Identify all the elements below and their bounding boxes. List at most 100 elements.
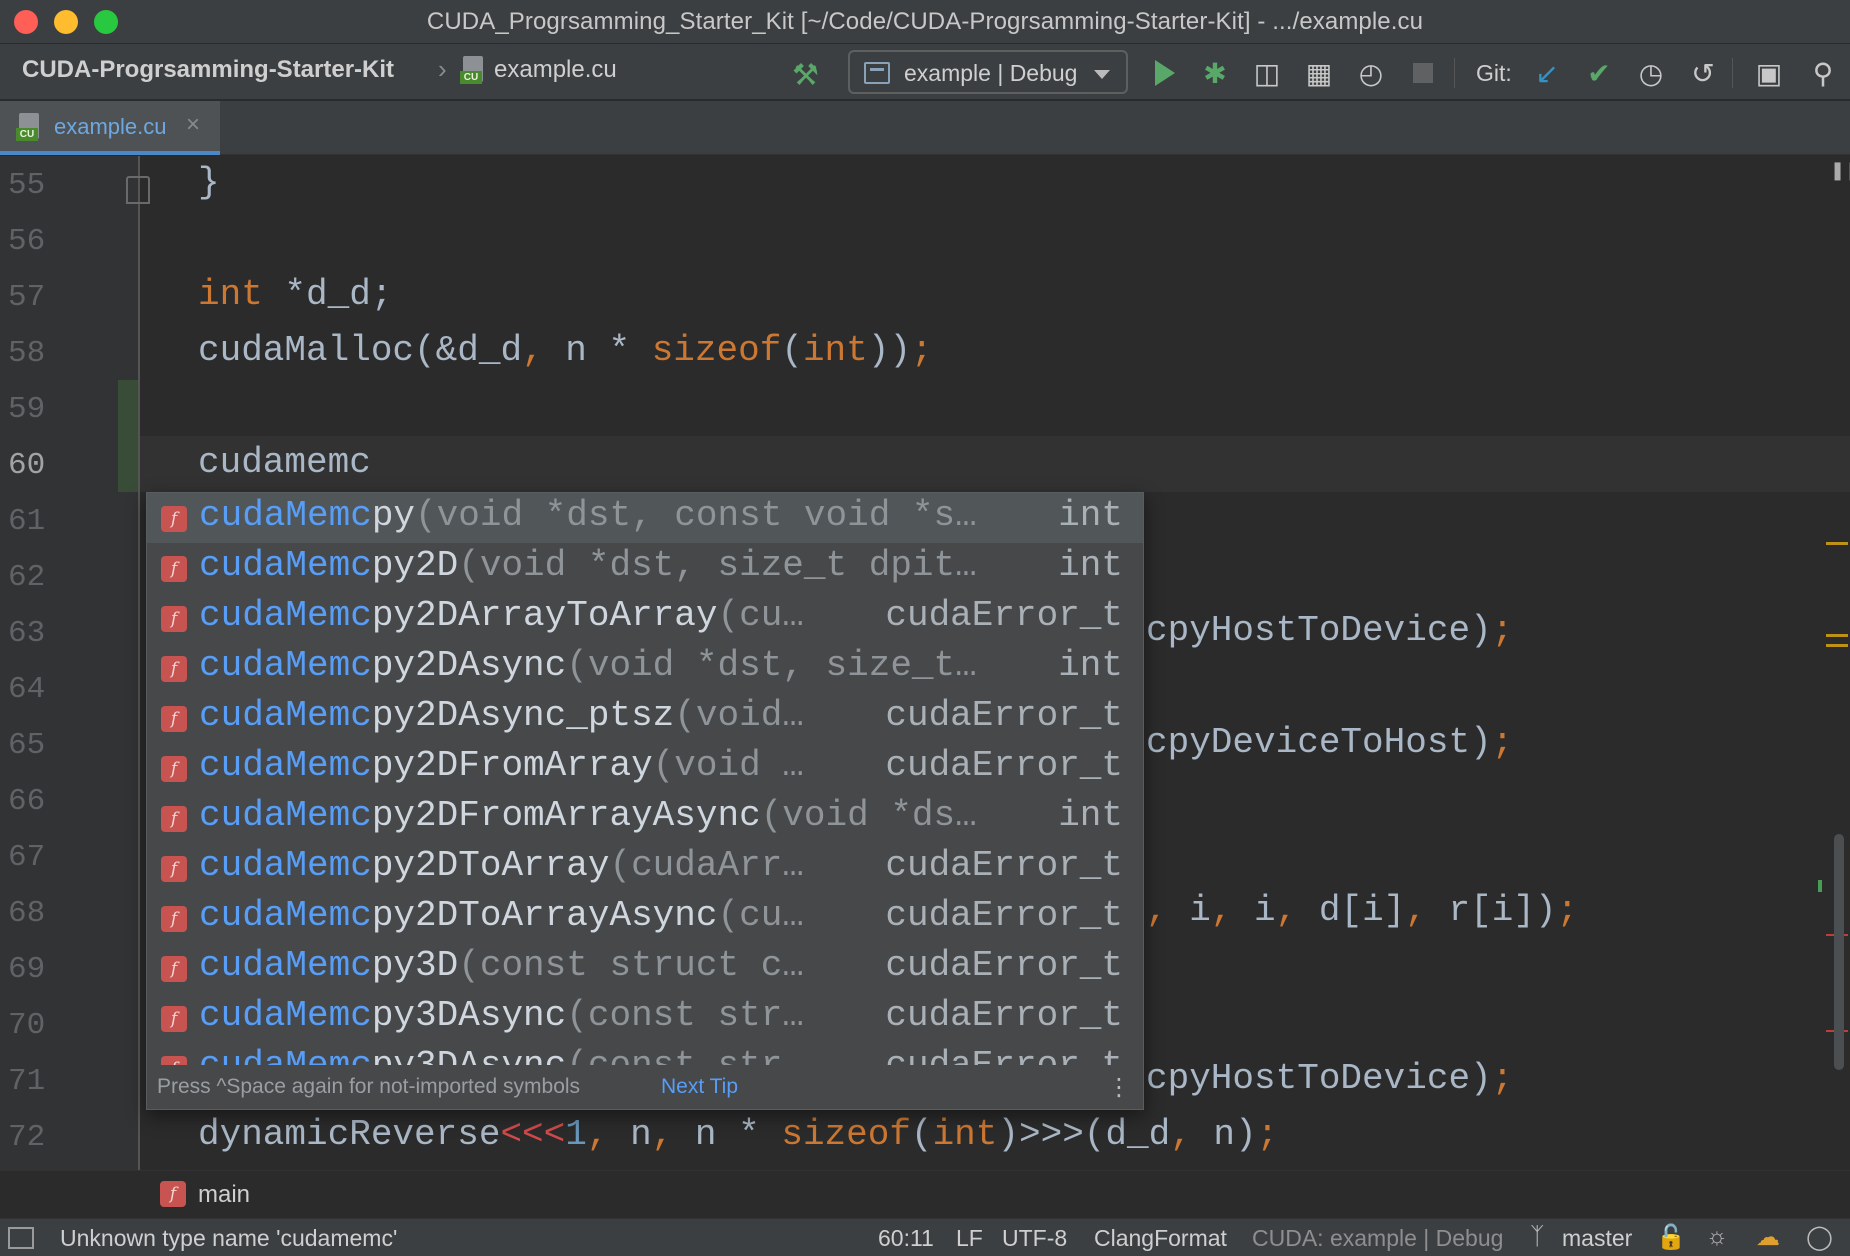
function-icon: f (161, 656, 187, 682)
tab-example-cu[interactable]: CU example.cu × (0, 101, 220, 155)
tab-label: example.cu (54, 114, 167, 139)
minimize-window-button[interactable] (54, 10, 78, 34)
function-icon: f (161, 756, 187, 782)
next-tip-link[interactable]: Next Tip (661, 1075, 738, 1099)
git-history-icon[interactable]: ◷ (1634, 56, 1668, 90)
completion-item[interactable]: f cudaMemcpy2DAsync(void *dst, size_t… i… (147, 643, 1143, 693)
breadcrumb-file[interactable]: example.cu (494, 56, 617, 84)
git-commit-icon[interactable]: ✔ (1582, 56, 1616, 90)
completion-item[interactable]: f cudaMemcpy2DToArray(cudaArr… cudaError… (147, 843, 1143, 893)
branch-icon: ᛉ (1530, 1223, 1545, 1250)
completion-return-type: cudaError_t (885, 945, 1123, 986)
update-icon[interactable]: ☁ (1756, 1223, 1780, 1252)
completion-return-type: cudaError_t (885, 695, 1123, 736)
pause-icon[interactable]: ❚❚ (1830, 160, 1850, 181)
status-bar: Unknown type name 'cudamemc' 60:11 LF UT… (0, 1218, 1850, 1256)
breadcrumb-function[interactable]: main (198, 1181, 250, 1209)
completion-return-type: cudaError_t (885, 995, 1123, 1036)
close-window-button[interactable] (14, 10, 38, 34)
warning-stripe[interactable] (1826, 634, 1848, 637)
chevron-down-icon (1094, 70, 1110, 79)
completion-return-type: int (1058, 795, 1123, 836)
search-icon[interactable]: ⚲ (1806, 56, 1840, 90)
line-number: 58 (8, 336, 46, 371)
code-line-63: cpyHostToDevice); (1146, 610, 1514, 651)
completion-item[interactable]: f cudaMemcpy2DToArrayAsync(cu… cudaError… (147, 893, 1143, 943)
line-number-current: 60 (8, 448, 46, 483)
line-number: 67 (8, 840, 46, 875)
function-icon: f (161, 1006, 187, 1032)
completion-footer: Press ^Space again for not-imported symb… (147, 1065, 1143, 1109)
attach-icon[interactable]: ◴ (1354, 56, 1388, 90)
line-number: 64 (8, 672, 46, 707)
line-number: 63 (8, 616, 46, 651)
completion-return-type: cudaError_t (885, 895, 1123, 936)
inspector-icon[interactable]: ☼ (1706, 1223, 1728, 1251)
line-number: 70 (8, 1008, 46, 1043)
git-update-icon[interactable]: ↙ (1530, 56, 1564, 90)
coverage-icon[interactable]: ◫ (1250, 56, 1284, 90)
window-icon[interactable]: ▣ (1752, 56, 1786, 90)
completion-item[interactable]: f cudaMemcpy2DArrayToArray(cu… cudaError… (147, 593, 1143, 643)
caret-position[interactable]: 60:11 (878, 1225, 934, 1252)
completion-item[interactable]: f cudaMemcpy(void *dst, const void *s… i… (147, 493, 1143, 543)
completion-return-type: cudaError_t (885, 595, 1123, 636)
function-icon: f (161, 606, 187, 632)
line-separator[interactable]: LF (956, 1225, 983, 1252)
vertical-scrollbar[interactable] (1834, 834, 1844, 1070)
code-completion-popup[interactable]: f cudaMemcpy(void *dst, const void *s… i… (146, 492, 1144, 1110)
completion-return-type: int (1058, 545, 1123, 586)
code-line-58: cudaMalloc(&d_d, n * sizeof(int)); (198, 330, 933, 371)
completion-item[interactable]: f cudaMemcpy2DAsync_ptsz(void… cudaError… (147, 693, 1143, 743)
code-line-71: cpyHostToDevice); (1146, 1058, 1514, 1099)
git-rollback-icon[interactable]: ↺ (1686, 56, 1720, 90)
git-branch[interactable]: master (1562, 1225, 1632, 1252)
line-number: 56 (8, 224, 46, 259)
tool-windows-toggle-icon[interactable] (8, 1227, 34, 1249)
window-config-icon (864, 62, 890, 84)
run-icon[interactable] (1148, 56, 1182, 90)
warning-stripe[interactable] (1826, 644, 1848, 647)
close-icon[interactable]: × (186, 111, 200, 139)
line-number: 59 (8, 392, 46, 427)
completion-hint: Press ^Space again for not-imported symb… (157, 1075, 581, 1098)
profile-icon[interactable]: ▦ (1302, 56, 1336, 90)
code-line-65: cpyDeviceToHost); (1146, 722, 1514, 763)
fold-icon[interactable] (126, 176, 150, 204)
line-number: 62 (8, 560, 46, 595)
more-options-icon[interactable]: ⋮ (1107, 1073, 1131, 1102)
completion-item[interactable]: f cudaMemcpy3D(const struct c… cudaError… (147, 943, 1143, 993)
vcs-change-marker[interactable] (118, 380, 138, 492)
git-label: Git: (1476, 60, 1512, 86)
stop-icon[interactable] (1406, 56, 1440, 90)
code-formatter[interactable]: ClangFormat (1094, 1225, 1227, 1252)
change-stripe[interactable] (1818, 880, 1822, 892)
lock-icon[interactable]: 🔓 (1656, 1223, 1686, 1252)
cuda-context[interactable]: CUDA: example | Debug (1252, 1225, 1503, 1252)
line-number: 66 (8, 784, 46, 819)
function-icon: f (161, 906, 187, 932)
notifications-icon[interactable]: ◯ (1806, 1223, 1833, 1252)
function-icon: f (161, 956, 187, 982)
cu-file-icon: CU (460, 56, 486, 84)
hammer-icon[interactable]: ⚒ (792, 58, 819, 93)
debug-icon[interactable]: ✱ (1198, 56, 1232, 90)
editor-tab-bar: CU example.cu × (0, 101, 1850, 155)
completion-item[interactable]: f cudaMemcpy2D(void *dst, size_t dpit… i… (147, 543, 1143, 593)
function-icon: f (160, 1181, 186, 1207)
zoom-window-button[interactable] (94, 10, 118, 34)
file-encoding[interactable]: UTF-8 (1002, 1225, 1067, 1252)
completion-return-type: cudaError_t (885, 745, 1123, 786)
line-number: 69 (8, 952, 46, 987)
completion-item[interactable]: f cudaMemcpy2DFromArrayAsync(void *ds… i… (147, 793, 1143, 843)
warning-stripe[interactable] (1826, 542, 1848, 545)
run-configuration-select[interactable]: example | Debug (848, 50, 1128, 94)
function-icon: f (161, 706, 187, 732)
run-configuration-label: example | Debug (904, 60, 1078, 86)
code-line-60[interactable]: cudamemc (198, 442, 371, 483)
completion-item[interactable]: f cudaMemcpy2DFromArray(void … cudaError… (147, 743, 1143, 793)
code-line-72: dynamicReverse<<<1, n, n * sizeof(int)>>… (198, 1114, 1279, 1155)
breadcrumb-project[interactable]: CUDA-Progrsamming-Starter-Kit (22, 56, 394, 84)
function-icon: f (161, 556, 187, 582)
completion-item[interactable]: f cudaMemcpy3DAsync(const str… cudaError… (147, 993, 1143, 1043)
